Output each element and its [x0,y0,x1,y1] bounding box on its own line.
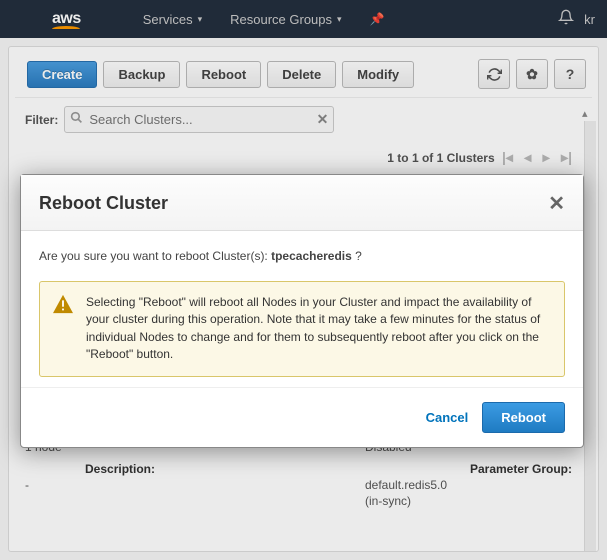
confirm-text: Are you sure you want to reboot Cluster(… [39,249,565,263]
modal-title: Reboot Cluster [39,193,168,214]
warning-icon [52,294,74,314]
warning-text: Selecting "Reboot" will reboot all Nodes… [86,295,540,361]
reboot-modal: Reboot Cluster ✕ Are you sure you want t… [20,174,584,448]
warning-box: Selecting "Reboot" will reboot all Nodes… [39,281,565,377]
cluster-name: tpecacheredis [271,249,352,263]
close-icon[interactable]: ✕ [548,191,565,216]
reboot-confirm-button[interactable]: Reboot [482,402,565,433]
cancel-button[interactable]: Cancel [426,410,469,425]
